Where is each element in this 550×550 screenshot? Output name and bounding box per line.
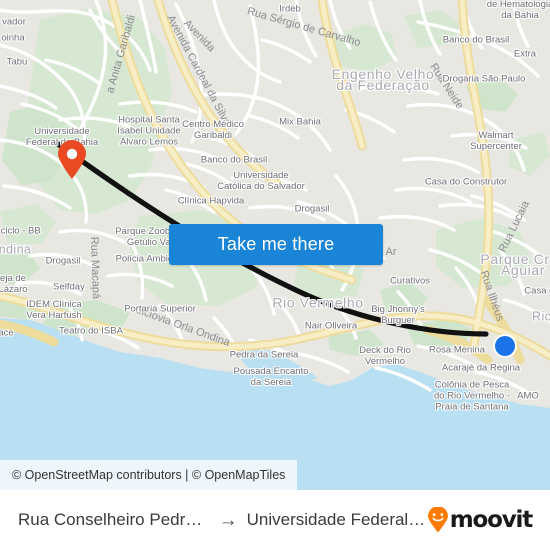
map-canvas[interactable]: a Anita Garibaldi Avenida Cardeal da Sil…: [0, 0, 550, 490]
attribution-text: © OpenStreetMap contributors | © OpenMap…: [12, 468, 286, 482]
route-origin-label: Rua Conselheiro Pedro L...: [18, 510, 210, 529]
svg-text:Ar: Ar: [386, 246, 397, 258]
moovit-map-screen: a Anita Garibaldi Avenida Cardeal da Sil…: [0, 0, 550, 550]
route-footer: Rua Conselheiro Pedro L... → Universidad…: [0, 490, 550, 550]
moovit-wordmark: moovit: [449, 507, 533, 533]
svg-text:Rua Macapá: Rua Macapá: [88, 237, 102, 301]
moovit-pin-icon: [427, 506, 449, 533]
arrow-right-icon: →: [218, 509, 238, 531]
take-me-there-label: Take me there: [217, 234, 335, 254]
route-summary[interactable]: Rua Conselheiro Pedro L... → Universidad…: [18, 510, 427, 530]
moovit-logo[interactable]: moovit: [427, 506, 533, 533]
map-attribution[interactable]: © OpenStreetMap contributors | © OpenMap…: [0, 460, 298, 490]
route-destination-label: Universidade Federal D...: [246, 510, 427, 529]
take-me-there-button[interactable]: Take me there: [169, 224, 383, 265]
